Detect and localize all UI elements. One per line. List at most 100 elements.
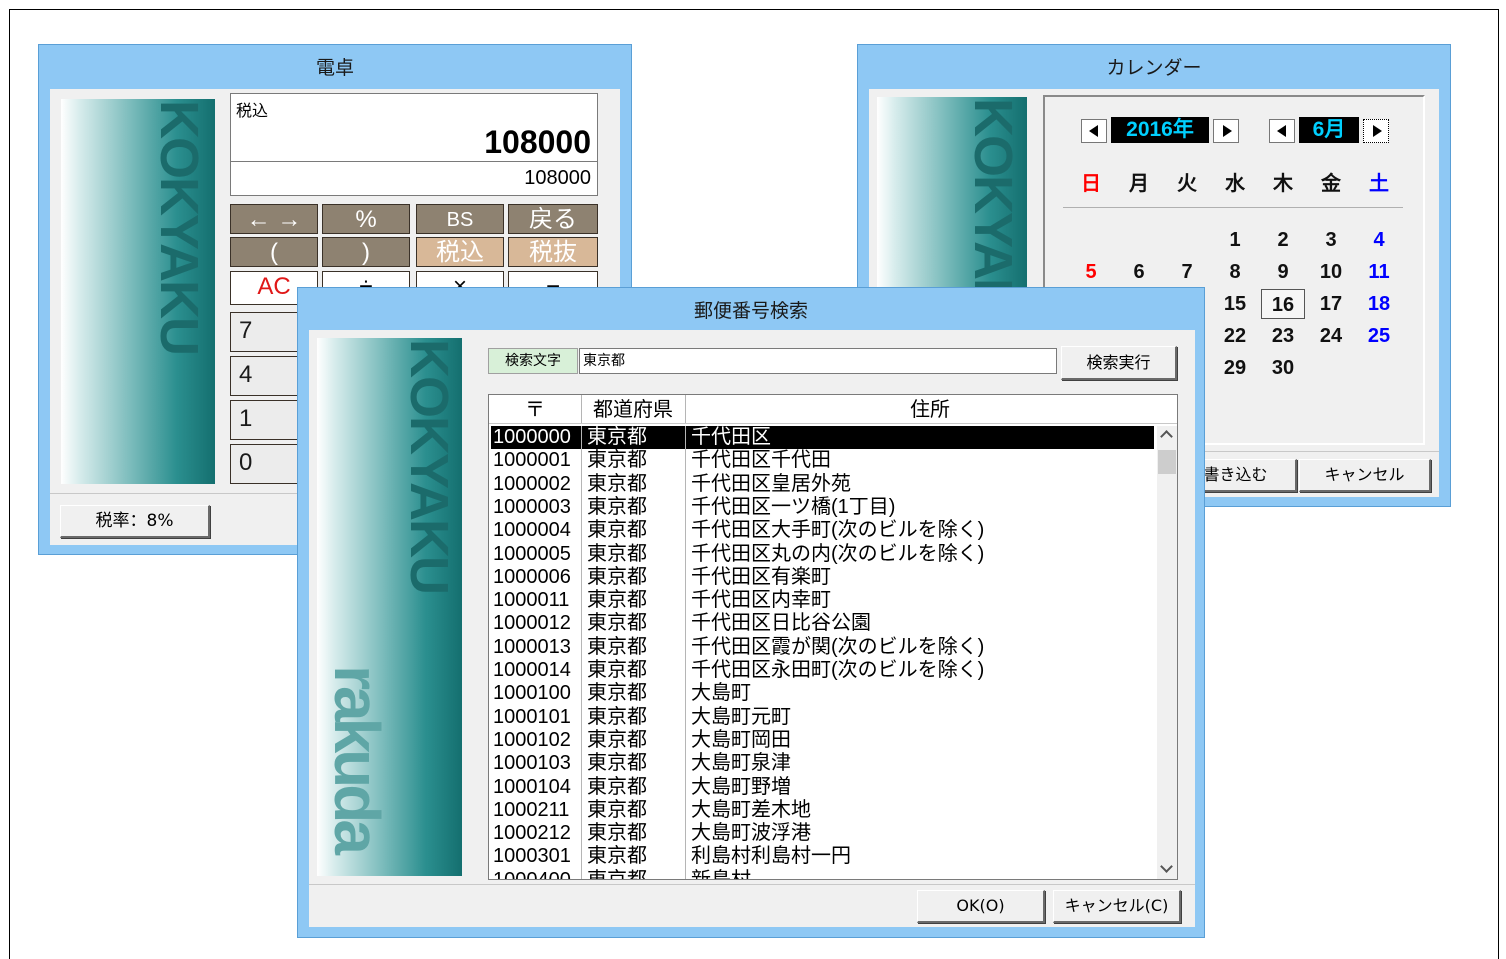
table-row[interactable]: 1000211 東京都 大島町差木地	[491, 799, 1154, 822]
calculator-title: 電卓	[315, 57, 354, 79]
calendar-day[interactable]: 16	[1261, 289, 1305, 319]
column-header-address[interactable]: 住所	[685, 395, 1175, 423]
cell-address: 千代田区内幸町	[691, 589, 831, 612]
postal-cancel-button[interactable]: キャンセル(C)	[1053, 890, 1181, 923]
table-row[interactable]: 1000000 東京都 千代田区	[491, 426, 1154, 449]
results-table: 〒 都道府県 住所 1000000 東京都 千代田区 1000001 東京都 千代田区千代…	[488, 394, 1178, 880]
postal-search-window: 郵便番号検索 KOKYAKU rakuda 検索文字 東京都 検索実行 〒 都道…	[297, 287, 1205, 938]
calendar-day[interactable]: 29	[1213, 353, 1257, 383]
next-year-icon[interactable]	[1213, 119, 1239, 143]
calendar-day[interactable]: 1	[1213, 225, 1257, 255]
tax-excluded-button[interactable]: 税抜	[508, 237, 598, 267]
table-row[interactable]: 1000003 東京都 千代田区一ツ橋(1丁目)	[491, 496, 1154, 519]
close-paren-button[interactable]: )	[322, 237, 410, 267]
month-display[interactable]: 6月	[1299, 117, 1359, 143]
table-row[interactable]: 1000001 東京都 千代田区千代田	[491, 449, 1154, 472]
column-header-prefecture[interactable]: 都道府県	[581, 395, 686, 423]
calendar-day[interactable]: 17	[1309, 289, 1353, 319]
cell-prefecture: 東京都	[587, 845, 647, 868]
calculator-result: 108000	[484, 124, 591, 160]
table-row[interactable]: 1000103 東京都 大島町泉津	[491, 752, 1154, 775]
postal-client: KOKYAKU rakuda 検索文字 東京都 検索実行 〒 都道府県 住所 1…	[309, 330, 1195, 927]
cell-postal-code: 1000101	[493, 705, 571, 728]
table-row[interactable]: 1000013 東京都 千代田区霞が関(次のビルを除く)	[491, 636, 1154, 659]
table-row[interactable]: 1000011 東京都 千代田区内幸町	[491, 589, 1154, 612]
calendar-day[interactable]: 22	[1213, 321, 1257, 351]
cell-address: 大島町元町	[691, 705, 791, 728]
calendar-day[interactable]: 5	[1069, 257, 1113, 287]
year-display[interactable]: 2016年	[1111, 117, 1209, 143]
table-row[interactable]: 1000301 東京都 利島村利島村一円	[491, 845, 1154, 868]
backspace-button[interactable]: BS	[416, 204, 504, 234]
table-row[interactable]: 1000006 東京都 千代田区有楽町	[491, 566, 1154, 589]
table-row[interactable]: 1000100 東京都 大島町	[491, 682, 1154, 705]
postal-divider	[309, 884, 1195, 885]
column-header-postal[interactable]: 〒	[489, 395, 582, 423]
table-row[interactable]: 1000104 東京都 大島町野増	[491, 776, 1154, 799]
open-paren-button[interactable]: (	[230, 237, 318, 267]
ok-button[interactable]: OK(O)	[917, 890, 1045, 923]
table-row[interactable]: 1000012 東京都 千代田区日比谷公園	[491, 612, 1154, 635]
arrow-keys-button[interactable]: ← →	[230, 204, 318, 234]
table-row[interactable]: 1000102 東京都 大島町岡田	[491, 729, 1154, 752]
banner-rakuda-text: rakuda	[321, 665, 393, 851]
calendar-day[interactable]: 23	[1261, 321, 1305, 351]
cell-address: 千代田区日比谷公園	[691, 612, 871, 635]
cell-address: 千代田区霞が関(次のビルを除く)	[691, 635, 985, 658]
cell-prefecture: 東京都	[587, 472, 647, 495]
prev-year-icon[interactable]	[1081, 119, 1107, 143]
table-row[interactable]: 1000004 東京都 千代田区大手町(次のビルを除く)	[491, 519, 1154, 542]
tax-rate-button[interactable]: 税率：8%	[60, 505, 210, 538]
cell-postal-code: 1000000	[493, 426, 571, 448]
calendar-day[interactable]: 18	[1357, 289, 1401, 319]
search-input[interactable]: 東京都	[579, 348, 1057, 374]
calendar-day[interactable]: 9	[1261, 257, 1305, 287]
calendar-day[interactable]: 6	[1117, 257, 1161, 287]
weekday-thu: 木	[1273, 173, 1293, 195]
tax-included-button[interactable]: 税込	[416, 237, 504, 267]
weekday-header: 日 月 火 水 木 金 土	[1065, 167, 1405, 195]
calculator-display: 税込 108000 108000	[230, 93, 598, 196]
calculator-banner: KOKYAKU	[61, 99, 215, 484]
cell-address: 千代田区丸の内(次のビルを除く)	[691, 542, 985, 565]
table-row[interactable]: 1000005 東京都 千代田区丸の内(次のビルを除く)	[491, 543, 1154, 566]
calculator-input-field[interactable]: 108000	[231, 161, 597, 197]
prev-month-icon[interactable]	[1269, 119, 1295, 143]
cell-prefecture: 東京都	[587, 635, 647, 658]
table-row[interactable]: 1000400 東京都 新島村	[491, 869, 1154, 879]
calendar-day[interactable]: 4	[1357, 225, 1401, 255]
cell-address: 千代田区千代田	[691, 449, 831, 472]
calendar-day[interactable]: 8	[1213, 257, 1257, 287]
calendar-day[interactable]: 3	[1309, 225, 1353, 255]
table-row[interactable]: 1000002 東京都 千代田区皇居外苑	[491, 473, 1154, 496]
calendar-cancel-button[interactable]: キャンセル	[1299, 459, 1431, 492]
table-row[interactable]: 1000101 東京都 大島町元町	[491, 706, 1154, 729]
cell-postal-code: 1000400	[493, 869, 571, 879]
calendar-day[interactable]: 2	[1261, 225, 1305, 255]
calendar-day[interactable]: 25	[1357, 321, 1401, 351]
table-row[interactable]: 1000212 東京都 大島町波浮港	[491, 822, 1154, 845]
cell-prefecture: 東京都	[587, 728, 647, 751]
cell-prefecture: 東京都	[587, 705, 647, 728]
calendar-day[interactable]: 10	[1309, 257, 1353, 287]
back-button[interactable]: 戻る	[508, 204, 598, 234]
cell-prefecture: 東京都	[587, 682, 647, 705]
next-month-icon[interactable]	[1363, 119, 1389, 143]
search-execute-button[interactable]: 検索実行	[1061, 346, 1177, 380]
vertical-scrollbar[interactable]	[1157, 426, 1177, 879]
percent-button[interactable]: %	[322, 204, 410, 234]
cell-prefecture: 東京都	[587, 869, 647, 879]
scroll-up-icon[interactable]	[1160, 430, 1173, 443]
calendar-day[interactable]: 7	[1165, 257, 1209, 287]
calendar-day[interactable]: 24	[1309, 321, 1353, 351]
scroll-thumb[interactable]	[1158, 450, 1176, 474]
calendar-day[interactable]: 15	[1213, 289, 1257, 319]
cell-postal-code: 1000103	[493, 752, 571, 775]
calendar-day[interactable]: 11	[1357, 257, 1401, 287]
scroll-down-icon[interactable]	[1160, 860, 1173, 873]
calendar-day[interactable]: 30	[1261, 353, 1305, 383]
cell-prefecture: 東京都	[587, 542, 647, 565]
calendar-title: カレンダー	[1106, 57, 1202, 79]
cell-prefecture: 東京都	[587, 519, 647, 542]
table-row[interactable]: 1000014 東京都 千代田区永田町(次のビルを除く)	[491, 659, 1154, 682]
